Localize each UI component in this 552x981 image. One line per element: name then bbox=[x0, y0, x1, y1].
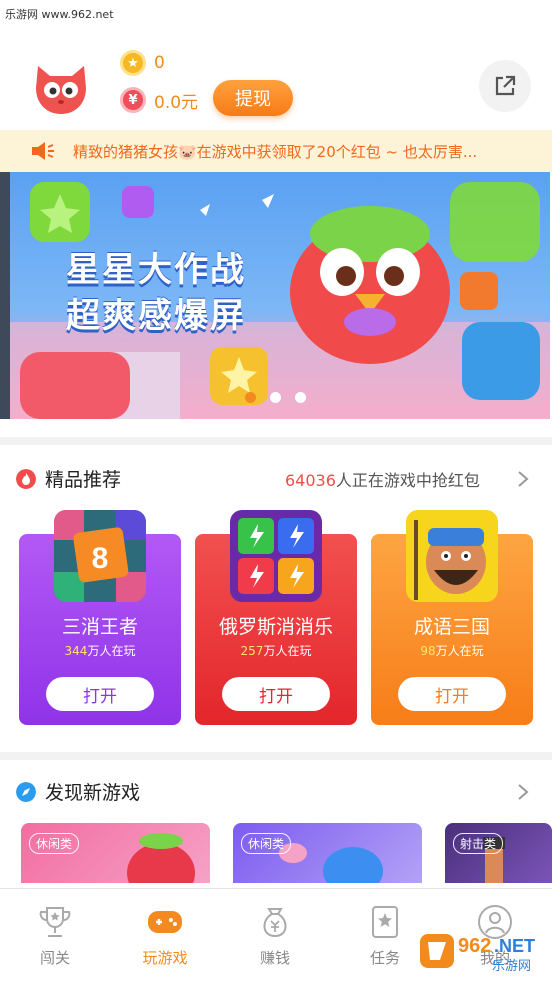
task-star-icon bbox=[372, 906, 398, 938]
banner-title-line2: 超爽感爆屏 bbox=[66, 296, 246, 336]
open-game-button[interactable]: 打开 bbox=[222, 677, 330, 711]
carousel-dot[interactable] bbox=[295, 392, 306, 403]
chevron-right-icon[interactable] bbox=[516, 782, 530, 802]
watermark-cn: 乐游网 bbox=[492, 959, 531, 974]
player-count-label: 人正在游戏中抢红包 bbox=[335, 471, 480, 490]
game-icon-sanxiao: 8 bbox=[54, 510, 146, 602]
category-tag: 射击类 bbox=[453, 833, 504, 854]
banner-prev-edge bbox=[0, 172, 10, 419]
share-icon bbox=[495, 75, 516, 96]
coin-icon: ★ bbox=[120, 50, 146, 76]
banner-image: 星星大作战 超爽感爆屏 bbox=[10, 172, 550, 419]
game-players-count: 344 bbox=[64, 644, 88, 658]
coin-value: 0 bbox=[154, 53, 165, 73]
featured-header: 精品推荐 64036人正在游戏中抢红包 bbox=[0, 459, 552, 499]
fire-icon bbox=[16, 469, 36, 489]
featured-title: 精品推荐 bbox=[45, 469, 122, 491]
player-count-number: 64036 bbox=[285, 471, 336, 490]
game-players: 344万人在玩 bbox=[19, 642, 181, 659]
share-button[interactable] bbox=[479, 60, 531, 112]
money-value: 0.0元 bbox=[154, 92, 199, 113]
chevron-right-icon[interactable] bbox=[516, 469, 530, 489]
game-card[interactable]: 8 三消王者 344万人在玩 打开 bbox=[19, 510, 181, 725]
game-name: 三消王者 bbox=[61, 616, 138, 638]
coin-balance: ★ 0 bbox=[120, 50, 165, 76]
trophy-icon bbox=[39, 907, 71, 937]
notice-text: 精致的猪猪女孩🐷在游戏中获领取了20个红包 ~ 也太厉害... bbox=[73, 142, 478, 161]
game-card[interactable]: 俄罗斯消消乐 257万人在玩 打开 bbox=[195, 510, 357, 725]
notice-bar[interactable]: 精致的猪猪女孩🐷在游戏中获领取了20个红包 ~ 也太厉害... bbox=[0, 130, 552, 172]
money-balance: ¥ 0.0元 bbox=[120, 87, 198, 113]
watermark-text: 乐游网 www.962.net bbox=[5, 8, 114, 21]
game-icon-idiom-three-kingdoms bbox=[406, 510, 498, 602]
promo-banner[interactable]: 星星大作战 超爽感爆屏 bbox=[0, 172, 552, 419]
watermark-logo: 962 .NET 乐游网 bbox=[420, 934, 535, 974]
withdraw-button[interactable]: 提现 bbox=[213, 80, 293, 116]
profile-header: ★ 0 ¥ 0.0元 提现 bbox=[0, 40, 552, 128]
svg-text:8: 8 bbox=[92, 542, 109, 575]
speaker-icon bbox=[32, 142, 54, 160]
discover-header: 发现新游戏 bbox=[0, 772, 552, 812]
game-players-label: 万人在玩 bbox=[435, 644, 484, 658]
yuan-icon: ¥ bbox=[120, 87, 146, 113]
tab-levels[interactable]: 闯关 bbox=[0, 889, 110, 981]
tab-play-games[interactable]: 玩游戏 bbox=[110, 889, 220, 981]
avatar[interactable] bbox=[32, 58, 90, 116]
featured-player-count[interactable]: 64036人正在游戏中抢红包 bbox=[285, 467, 480, 491]
game-players-count: 98 bbox=[420, 644, 436, 658]
game-players: 98万人在玩 bbox=[371, 642, 533, 659]
section-divider bbox=[0, 437, 552, 445]
watermark-number: 962 bbox=[458, 935, 491, 957]
carousel-dot[interactable] bbox=[245, 392, 256, 403]
new-game-thumb[interactable]: 休闲类 bbox=[21, 823, 210, 883]
game-card[interactable]: 成语三国 98万人在玩 打开 bbox=[371, 510, 533, 725]
tab-earn-money[interactable]: 赚钱 bbox=[220, 889, 330, 981]
game-players-label: 万人在玩 bbox=[263, 644, 312, 658]
tab-label: 闯关 bbox=[39, 949, 70, 967]
game-players-count: 257 bbox=[240, 644, 264, 658]
game-players: 257万人在玩 bbox=[195, 642, 357, 659]
compass-icon bbox=[16, 782, 36, 802]
new-game-thumb[interactable]: 射击类 bbox=[445, 823, 552, 883]
money-bag-icon bbox=[263, 908, 287, 938]
tab-label: 赚钱 bbox=[259, 949, 290, 967]
open-game-button[interactable]: 打开 bbox=[398, 677, 506, 711]
gamepad-icon bbox=[148, 911, 182, 933]
game-name: 俄罗斯消消乐 bbox=[218, 616, 333, 638]
discover-title: 发现新游戏 bbox=[45, 782, 141, 804]
app-screen: 乐游网 www.962.net ★ 0 ¥ 0.0元 提现 精致的猪猪女孩🐷在游… bbox=[0, 0, 552, 981]
category-tag: 休闲类 bbox=[241, 833, 292, 854]
game-players-label: 万人在玩 bbox=[87, 644, 136, 658]
tab-label: 玩游戏 bbox=[142, 949, 188, 967]
game-name: 成语三国 bbox=[413, 616, 490, 638]
carousel-dot[interactable] bbox=[270, 392, 281, 403]
section-divider bbox=[0, 752, 552, 760]
new-game-thumb[interactable]: 休闲类 bbox=[233, 823, 422, 883]
open-game-button[interactable]: 打开 bbox=[46, 677, 154, 711]
category-tag: 休闲类 bbox=[29, 833, 80, 854]
game-icon-russian-match bbox=[230, 510, 322, 602]
watermark-domain: .NET bbox=[494, 936, 535, 956]
banner-title-line1: 星星大作战 bbox=[66, 250, 246, 290]
